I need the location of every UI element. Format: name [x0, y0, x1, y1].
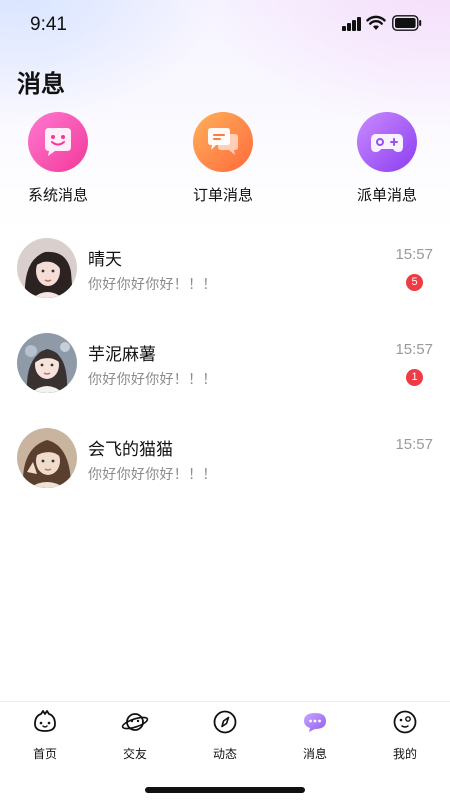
tab-label: 首页: [32, 747, 57, 761]
conversation-item[interactable]: 会飞的猫猫 你好你好你好！！！ 15:57: [0, 418, 450, 513]
cute-face-icon: [34, 710, 56, 732]
quick-action-label: 订单消息: [192, 186, 253, 204]
planet-face-icon: [121, 713, 149, 731]
unread-badge: 1: [406, 369, 423, 386]
tab-bar: 首页 交友 动态 消息 我的: [0, 701, 450, 800]
tab-label: 交友: [122, 747, 147, 761]
status-bar: 9:41: [0, 0, 450, 50]
conversation-preview: 你好你好你好！！！: [88, 467, 217, 483]
conversation-item[interactable]: 芋泥麻薯 你好你好你好！！！ 15:57 1: [0, 323, 450, 418]
tab-label: 我的: [392, 747, 417, 761]
avatar: [17, 333, 77, 393]
conversation-preview: 你好你好你好！！！: [88, 372, 217, 388]
conversation-name: 晴天: [88, 250, 122, 270]
quick-actions: 系统消息 订单消息 派单消息: [0, 112, 450, 212]
conversation-name: 会飞的猫猫: [88, 440, 173, 460]
message-bubble-icon: [304, 713, 326, 732]
conversation-time: 15:57: [395, 246, 433, 263]
cellular-signal-icon: [342, 17, 362, 31]
system-messages-button[interactable]: 系统消息: [8, 112, 108, 205]
tab-friends[interactable]: 交友: [90, 708, 180, 762]
tab-home[interactable]: 首页: [0, 708, 90, 762]
tab-label: 动态: [212, 747, 237, 761]
compass-icon: [213, 710, 237, 734]
tab-messages[interactable]: 消息: [270, 708, 360, 762]
quick-action-label: 系统消息: [27, 186, 88, 204]
conversation-time: 15:57: [395, 341, 433, 358]
order-messages-button[interactable]: 订单消息: [173, 112, 273, 205]
smile-chat-icon: [28, 112, 88, 172]
dispatch-messages-button[interactable]: 派单消息: [337, 112, 437, 205]
gamepad-icon: [357, 112, 417, 172]
status-time: 9:41: [30, 14, 67, 35]
tab-label: 消息: [302, 747, 327, 761]
unread-badge: 5: [406, 274, 423, 291]
quick-action-label: 派单消息: [356, 186, 417, 204]
avatar: [17, 238, 77, 298]
profile-face-icon: [393, 710, 417, 734]
tab-profile[interactable]: 我的: [360, 708, 450, 762]
conversation-name: 芋泥麻薯: [88, 345, 156, 365]
battery-icon: [392, 15, 422, 31]
conversation-time: 15:57: [395, 436, 433, 453]
page-title: 消息: [17, 70, 65, 98]
conversation-item[interactable]: 晴天 你好你好你好！！！ 15:57 5: [0, 228, 450, 323]
wifi-icon: [366, 15, 386, 30]
conversation-list: 晴天 你好你好你好！！！ 15:57 5 芋泥麻薯 你好你好你好！！！ 15:5…: [0, 228, 450, 513]
tab-moments[interactable]: 动态: [180, 708, 270, 762]
conversation-preview: 你好你好你好！！！: [88, 277, 217, 293]
chat-bubbles-icon: [193, 112, 253, 172]
home-indicator[interactable]: [145, 787, 305, 793]
avatar: [17, 428, 77, 488]
